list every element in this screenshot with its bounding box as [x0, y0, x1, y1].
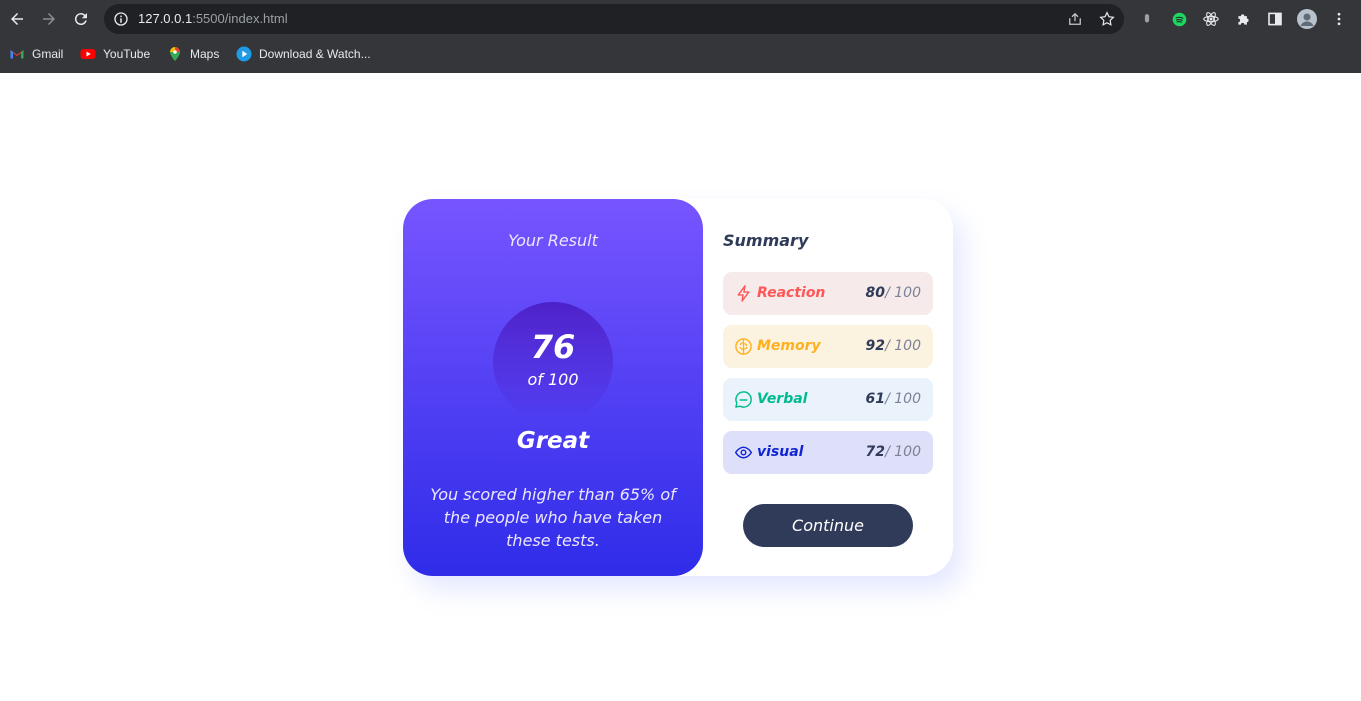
bookmark-gmail[interactable]: Gmail	[9, 44, 63, 64]
bookmark-label: Download & Watch...	[259, 47, 371, 61]
address-bar[interactable]: 127.0.0.1:5500/index.html	[104, 4, 1124, 34]
summary-row-verbal: Verbal 61 / 100	[723, 378, 933, 421]
browser-toolbar: 127.0.0.1:5500/index.html	[0, 0, 1361, 38]
result-title: Your Result	[508, 231, 598, 250]
summary-row-max: / 100	[885, 285, 921, 301]
results-card: Your Result 76 of 100 Great You scored h…	[403, 199, 953, 576]
spotify-icon[interactable]	[1169, 9, 1189, 29]
summary-row-score: 80	[865, 285, 885, 301]
continue-button[interactable]: Continue	[743, 504, 913, 547]
forward-button[interactable]	[37, 7, 61, 31]
info-icon[interactable]	[112, 10, 130, 28]
gmail-icon	[10, 50, 24, 59]
summary-title: Summary	[723, 231, 809, 250]
bookmark-download-watch[interactable]: Download & Watch...	[236, 44, 371, 64]
result-description: You scored higher than 65% of the people…	[430, 485, 676, 550]
maps-pin-icon	[170, 47, 180, 61]
extension-mic-icon[interactable]	[1137, 9, 1157, 29]
bookmarks-bar: Gmail YouTube Maps Download & Watch...	[0, 42, 1361, 66]
bookmark-maps[interactable]: Maps	[167, 44, 219, 64]
score-value: 76	[530, 328, 576, 366]
share-icon[interactable]	[1066, 10, 1084, 28]
summary-row-score: 72	[865, 444, 885, 460]
back-button[interactable]	[5, 7, 29, 31]
arrow-right-icon	[43, 13, 55, 25]
bookmark-label: YouTube	[103, 47, 151, 61]
kebab-menu-icon[interactable]	[1329, 9, 1349, 29]
puzzle-icon[interactable]	[1233, 9, 1253, 29]
score-out-of: of 100	[527, 370, 579, 389]
reload-button[interactable]	[69, 7, 93, 31]
bookmark-label: Gmail	[32, 47, 64, 61]
react-devtools-icon[interactable]	[1201, 9, 1221, 29]
summary-row-max: / 100	[885, 338, 921, 354]
summary-row-label: Reaction	[757, 285, 826, 301]
summary-row-score: 61	[865, 391, 885, 407]
play-circle-icon	[236, 46, 252, 62]
summary-row-score: 92	[865, 338, 885, 354]
summary-row-max: / 100	[885, 391, 921, 407]
summary-row-reaction: Reaction 80 / 100	[723, 272, 933, 315]
summary-row-label: Verbal	[757, 391, 808, 407]
eye-icon	[734, 446, 753, 459]
lightning-icon	[737, 285, 750, 302]
bookmark-youtube[interactable]: YouTube	[80, 44, 150, 64]
brain-icon	[735, 338, 752, 355]
bookmark-label: Maps	[190, 47, 220, 61]
summary-row-label: Memory	[757, 338, 821, 354]
grade-label: Great	[516, 428, 590, 454]
side-panel-icon[interactable]	[1265, 9, 1285, 29]
url-path: :5500/index.html	[192, 11, 288, 26]
summary-row-visual: visual 72 / 100	[723, 431, 933, 474]
url-host: 127.0.0.1	[138, 11, 193, 26]
youtube-icon	[80, 49, 96, 59]
star-icon[interactable]	[1098, 10, 1116, 28]
profile-avatar[interactable]	[1297, 9, 1317, 29]
summary-row-memory: Memory 92 / 100	[723, 325, 933, 368]
summary-row-max: / 100	[885, 444, 921, 460]
browser-chrome: 127.0.0.1:5500/index.html Gmail YouTube …	[0, 0, 1361, 73]
chat-icon	[735, 391, 752, 408]
arrow-left-icon	[11, 13, 23, 25]
reload-icon	[74, 13, 87, 26]
result-panel: Your Result 76 of 100 Great You scored h…	[403, 199, 703, 576]
url-text: 127.0.0.1:5500/index.html	[138, 11, 288, 26]
summary-row-label: visual	[757, 444, 804, 460]
summary-panel: Summary Reaction 80 / 100 Memory 92 / 10…	[723, 199, 933, 576]
score-circle: 76 of 100	[493, 302, 613, 422]
